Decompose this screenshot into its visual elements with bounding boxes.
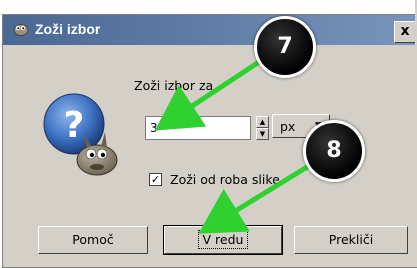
ok-button-label: V redu — [197, 230, 249, 249]
gimp-app-icon — [13, 24, 29, 36]
step-7-badge: 7 — [254, 16, 316, 78]
help-button-label: Pomoč — [72, 232, 114, 247]
cancel-button-label: Prekliči — [328, 232, 374, 247]
svg-text:?: ? — [64, 105, 85, 146]
window-title: Zoži izbor — [35, 21, 101, 37]
close-button[interactable]: x — [394, 21, 416, 43]
question-wilber-icon: ? — [43, 93, 118, 176]
from-border-label[interactable]: Zoži od roba slike — [170, 172, 280, 187]
step-8-badge: 8 — [303, 120, 365, 182]
step-8-number: 8 — [326, 138, 342, 163]
spin-down-icon[interactable]: ▼ — [256, 128, 269, 140]
cancel-button[interactable]: Prekliči — [294, 226, 408, 254]
unit-value: px — [280, 119, 296, 134]
shrink-amount-input[interactable] — [145, 116, 251, 140]
title-bar[interactable]: Zoži izbor x — [3, 15, 416, 45]
from-border-checkbox[interactable]: ✓ — [149, 173, 162, 186]
close-icon: x — [400, 23, 410, 39]
step-7-number: 7 — [277, 34, 293, 59]
amount-spinner[interactable]: ▲ ▼ — [256, 116, 269, 140]
help-button[interactable]: Pomoč — [38, 226, 148, 254]
shrink-amount-label: Zoži izbor za — [134, 78, 214, 93]
ok-button[interactable]: V redu — [163, 225, 283, 255]
spin-up-icon[interactable]: ▲ — [256, 116, 269, 128]
